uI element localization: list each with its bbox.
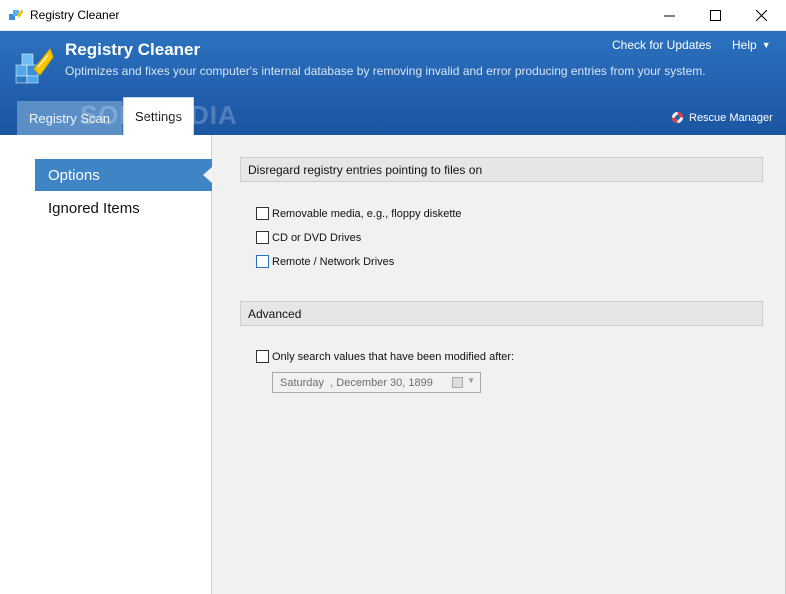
close-button[interactable] [738,0,784,31]
chevron-down-icon[interactable]: ▼ [467,376,475,385]
title-bar: Registry Cleaner [0,0,786,31]
check-for-updates-link[interactable]: Check for Updates [612,38,711,52]
date-checkbox[interactable] [452,377,463,388]
maximize-icon [709,10,721,21]
date-picker[interactable]: Saturday , December 30, 1899 ▼ [272,372,481,393]
checkbox-label: Remote / Network Drives [272,255,395,268]
close-icon [755,10,767,21]
window-title: Registry Cleaner [30,8,120,22]
chevron-down-icon: ▼ [761,40,771,50]
help-label: Help [732,38,757,52]
rescue-manager-label: Rescue Manager [689,111,773,124]
app-header: Registry Cleaner Optimizes and fixes you… [0,31,786,135]
cd-dvd-drives-checkbox[interactable]: CD or DVD Drives [256,231,361,244]
rescue-manager-link[interactable]: Rescue Manager [671,111,773,124]
maximize-button[interactable] [692,0,738,31]
help-menu[interactable]: Help ▼ [732,38,771,52]
checkbox-box[interactable] [256,350,269,363]
checkbox-label: Removable media, e.g., floppy diskette [272,207,462,220]
sidebar-item-ignored-items[interactable]: Ignored Items [35,192,212,224]
section-header-disregard: Disregard registry entries pointing to f… [240,157,763,182]
sidebar-item-options[interactable]: Options [35,159,212,191]
modified-after-checkbox[interactable]: Only search values that have been modifi… [256,350,514,363]
minimize-button[interactable] [646,0,692,31]
minimize-icon [663,15,675,17]
app-name: Registry Cleaner [65,40,201,59]
section-header-advanced: Advanced [240,301,763,326]
checkbox-label: CD or DVD Drives [272,231,362,244]
registry-cleaner-app-icon [9,9,23,20]
tab-registry-scan[interactable]: Registry Scan [17,101,123,135]
options-panel: Disregard registry entries pointing to f… [212,135,786,594]
date-picker-value: Saturday , December 30, 1899 [280,376,433,389]
lifebuoy-icon [672,112,683,123]
app-subtitle: Optimizes and fixes your computer's inte… [65,64,706,78]
checkbox-box[interactable] [256,255,269,268]
settings-sidebar: Options Ignored Items [0,135,212,594]
remote-network-drives-checkbox[interactable]: Remote / Network Drives [256,255,394,268]
tab-settings[interactable]: Settings [123,97,194,135]
removable-media-checkbox[interactable]: Removable media, e.g., floppy diskette [256,207,462,220]
checkbox-box[interactable] [256,231,269,244]
checkbox-box[interactable] [256,207,269,220]
registry-cleaner-logo [15,48,54,84]
checkbox-label: Only search values that have been modifi… [272,350,515,363]
